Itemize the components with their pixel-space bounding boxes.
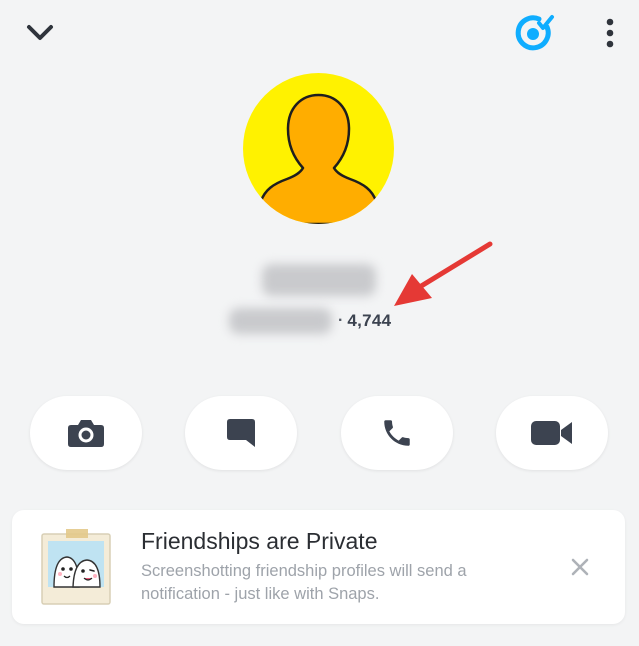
camera-button[interactable]	[30, 396, 142, 470]
kebab-menu-icon	[606, 18, 614, 48]
dismiss-notice-button[interactable]	[565, 552, 595, 582]
friendship-score-row: · 4,744	[332, 306, 391, 336]
friendship-privacy-notice: Friendships are Private Screenshotting f…	[12, 510, 625, 624]
video-call-button[interactable]	[496, 396, 608, 470]
score-separator: ·	[338, 312, 344, 329]
notice-title: Friendships are Private	[141, 528, 378, 554]
snapstreak-button[interactable]	[512, 12, 556, 56]
collapse-button[interactable]	[20, 16, 60, 50]
display-name-redacted	[262, 264, 376, 296]
call-button[interactable]	[341, 396, 453, 470]
friendship-score: 4,744	[347, 311, 392, 330]
target-check-icon	[515, 15, 554, 51]
username-redacted	[229, 308, 332, 334]
chat-bubble-icon	[227, 419, 255, 447]
notice-body: Screenshotting friendship profiles will …	[141, 562, 467, 603]
person-silhouette-icon	[255, 93, 382, 224]
profile-avatar[interactable]	[243, 73, 394, 224]
video-camera-icon	[531, 421, 572, 445]
chat-button[interactable]	[185, 396, 297, 470]
red-arrow-annotation	[394, 241, 493, 306]
close-icon	[571, 558, 589, 576]
ghost-friends-photo-icon	[41, 529, 111, 605]
phone-icon	[384, 420, 410, 446]
camera-icon	[68, 420, 104, 447]
chevron-down-icon	[27, 25, 53, 40]
more-options-button[interactable]	[594, 14, 626, 52]
